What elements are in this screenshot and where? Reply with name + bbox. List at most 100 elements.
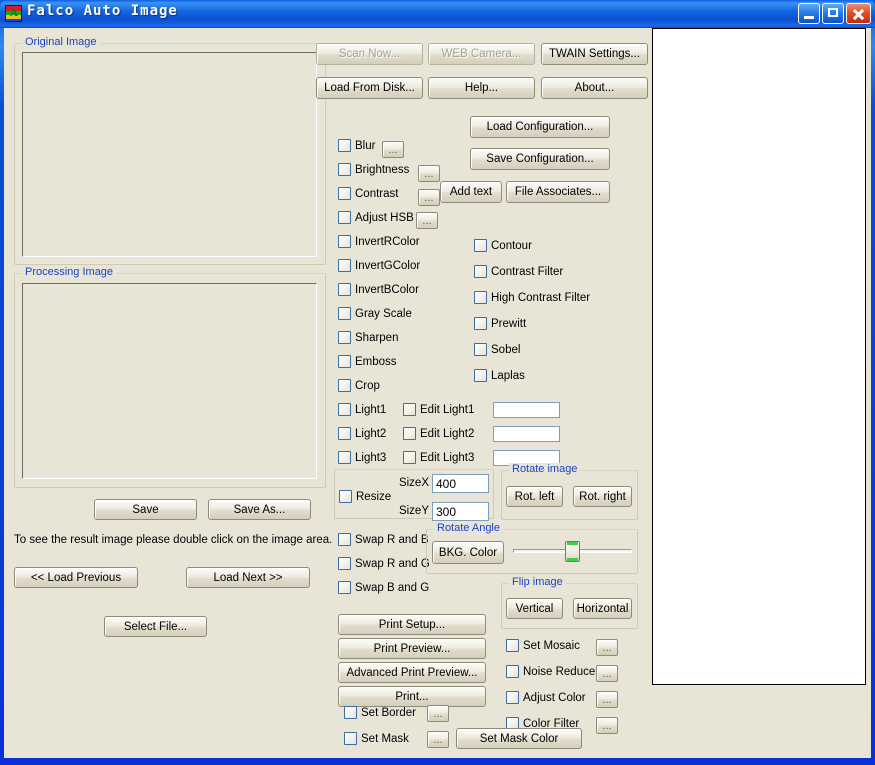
- sizex-input[interactable]: 400: [432, 474, 489, 493]
- adjust-color-options-button[interactable]: ...: [596, 691, 618, 708]
- web-camera-button[interactable]: WEB Camera...: [428, 43, 535, 65]
- file-associates-button[interactable]: File Associates...: [506, 181, 610, 203]
- print-setup-button[interactable]: Print Setup...: [338, 614, 486, 635]
- checkbox-sobel-box[interactable]: [474, 343, 487, 356]
- checkbox-invert-g-color[interactable]: InvertGColor: [338, 259, 420, 272]
- checkbox-brightness-box[interactable]: [338, 163, 351, 176]
- save-as-button[interactable]: Save As...: [208, 499, 311, 520]
- checkbox-edit-light1-box[interactable]: [403, 403, 416, 416]
- checkbox-gray-scale[interactable]: Gray Scale: [338, 307, 412, 320]
- checkbox-swap-b-g[interactable]: Swap B and G: [338, 581, 429, 594]
- result-preview-panel[interactable]: [652, 28, 866, 685]
- set-mosaic-options-button[interactable]: ...: [596, 639, 618, 656]
- checkbox-crop[interactable]: Crop: [338, 379, 380, 392]
- processing-image-canvas[interactable]: [22, 283, 317, 479]
- rotate-angle-slider[interactable]: [513, 541, 632, 562]
- checkbox-resize[interactable]: Resize: [339, 490, 391, 503]
- checkbox-set-mask[interactable]: Set Mask: [344, 732, 409, 745]
- checkbox-set-mosaic-box[interactable]: [506, 639, 519, 652]
- about-button[interactable]: About...: [541, 77, 648, 99]
- light2-value-input[interactable]: [493, 426, 560, 442]
- blur-options-button[interactable]: ...: [382, 141, 404, 158]
- checkbox-invert-r-color[interactable]: InvertRColor: [338, 235, 420, 248]
- checkbox-contrast-filter[interactable]: Contrast Filter: [474, 265, 563, 278]
- set-mask-options-button[interactable]: ...: [427, 731, 449, 748]
- add-text-button[interactable]: Add text: [440, 181, 502, 203]
- bkg-color-button[interactable]: BKG. Color: [432, 541, 504, 564]
- set-border-options-button[interactable]: ...: [427, 705, 449, 722]
- load-previous-button[interactable]: << Load Previous: [14, 567, 138, 588]
- brightness-options-button[interactable]: ...: [418, 165, 440, 182]
- checkbox-sharpen-box[interactable]: [338, 331, 351, 344]
- checkbox-gray-scale-box[interactable]: [338, 307, 351, 320]
- checkbox-swap-b-g-box[interactable]: [338, 581, 351, 594]
- checkbox-light3-box[interactable]: [338, 451, 351, 464]
- save-configuration-button[interactable]: Save Configuration...: [470, 148, 610, 170]
- checkbox-contour[interactable]: Contour: [474, 239, 532, 252]
- checkbox-blur-box[interactable]: [338, 139, 351, 152]
- checkbox-high-contrast-filter-box[interactable]: [474, 291, 487, 304]
- checkbox-invert-b-color[interactable]: InvertBColor: [338, 283, 419, 296]
- checkbox-blur[interactable]: Blur: [338, 139, 375, 152]
- checkbox-set-border-box[interactable]: [344, 706, 357, 719]
- scan-now-button[interactable]: Scan Now...: [316, 43, 423, 65]
- checkbox-edit-light1[interactable]: Edit Light1: [403, 403, 474, 416]
- checkbox-laplas[interactable]: Laplas: [474, 369, 525, 382]
- checkbox-contrast[interactable]: Contrast: [338, 187, 398, 200]
- checkbox-light2-box[interactable]: [338, 427, 351, 440]
- light1-value-input[interactable]: [493, 402, 560, 418]
- load-configuration-button[interactable]: Load Configuration...: [470, 116, 610, 138]
- checkbox-sobel[interactable]: Sobel: [474, 343, 520, 356]
- checkbox-contrast-filter-box[interactable]: [474, 265, 487, 278]
- checkbox-light3[interactable]: Light3: [338, 451, 386, 464]
- rotate-right-button[interactable]: Rot. right: [573, 486, 632, 507]
- checkbox-laplas-box[interactable]: [474, 369, 487, 382]
- checkbox-adjust-color-box[interactable]: [506, 691, 519, 704]
- checkbox-light2[interactable]: Light2: [338, 427, 386, 440]
- checkbox-prewitt[interactable]: Prewitt: [474, 317, 526, 330]
- checkbox-contrast-box[interactable]: [338, 187, 351, 200]
- load-next-button[interactable]: Load Next >>: [186, 567, 310, 588]
- noise-reduce-options-button[interactable]: ...: [596, 665, 618, 682]
- color-filter-options-button[interactable]: ...: [596, 717, 618, 734]
- rotate-angle-slider-thumb[interactable]: [565, 541, 580, 562]
- checkbox-edit-light3[interactable]: Edit Light3: [403, 451, 474, 464]
- help-button[interactable]: Help...: [428, 77, 535, 99]
- close-button[interactable]: [846, 3, 871, 24]
- select-file-button[interactable]: Select File...: [104, 616, 207, 637]
- checkbox-adjust-color[interactable]: Adjust Color: [506, 691, 586, 704]
- checkbox-crop-box[interactable]: [338, 379, 351, 392]
- save-button[interactable]: Save: [94, 499, 197, 520]
- checkbox-set-border[interactable]: Set Border: [344, 706, 416, 719]
- checkbox-sharpen[interactable]: Sharpen: [338, 331, 398, 344]
- sizey-input[interactable]: 300: [432, 502, 489, 521]
- checkbox-resize-box[interactable]: [339, 490, 352, 503]
- checkbox-invert-b-color-box[interactable]: [338, 283, 351, 296]
- checkbox-swap-r-g[interactable]: Swap R and G: [338, 557, 430, 570]
- checkbox-light1[interactable]: Light1: [338, 403, 386, 416]
- checkbox-high-contrast-filter[interactable]: High Contrast Filter: [474, 291, 590, 304]
- flip-vertical-button[interactable]: Vertical: [506, 598, 563, 619]
- checkbox-noise-reduce[interactable]: Noise Reduce: [506, 665, 595, 678]
- flip-horizontal-button[interactable]: Horizontal: [573, 598, 632, 619]
- checkbox-edit-light2-box[interactable]: [403, 427, 416, 440]
- checkbox-adjust-hsb[interactable]: Adjust HSB: [338, 211, 414, 224]
- maximize-button[interactable]: [822, 3, 844, 24]
- checkbox-emboss[interactable]: Emboss: [338, 355, 397, 368]
- contrast-options-button[interactable]: ...: [418, 189, 440, 206]
- checkbox-emboss-box[interactable]: [338, 355, 351, 368]
- checkbox-light1-box[interactable]: [338, 403, 351, 416]
- adjust-hsb-options-button[interactable]: ...: [416, 212, 438, 229]
- checkbox-invert-g-color-box[interactable]: [338, 259, 351, 272]
- advanced-print-preview-button[interactable]: Advanced Print Preview...: [338, 662, 486, 683]
- print-preview-button[interactable]: Print Preview...: [338, 638, 486, 659]
- minimize-button[interactable]: [798, 3, 820, 24]
- checkbox-edit-light2[interactable]: Edit Light2: [403, 427, 474, 440]
- checkbox-set-mask-box[interactable]: [344, 732, 357, 745]
- checkbox-contour-box[interactable]: [474, 239, 487, 252]
- checkbox-brightness[interactable]: Brightness: [338, 163, 409, 176]
- checkbox-edit-light3-box[interactable]: [403, 451, 416, 464]
- checkbox-invert-r-color-box[interactable]: [338, 235, 351, 248]
- checkbox-adjust-hsb-box[interactable]: [338, 211, 351, 224]
- checkbox-prewitt-box[interactable]: [474, 317, 487, 330]
